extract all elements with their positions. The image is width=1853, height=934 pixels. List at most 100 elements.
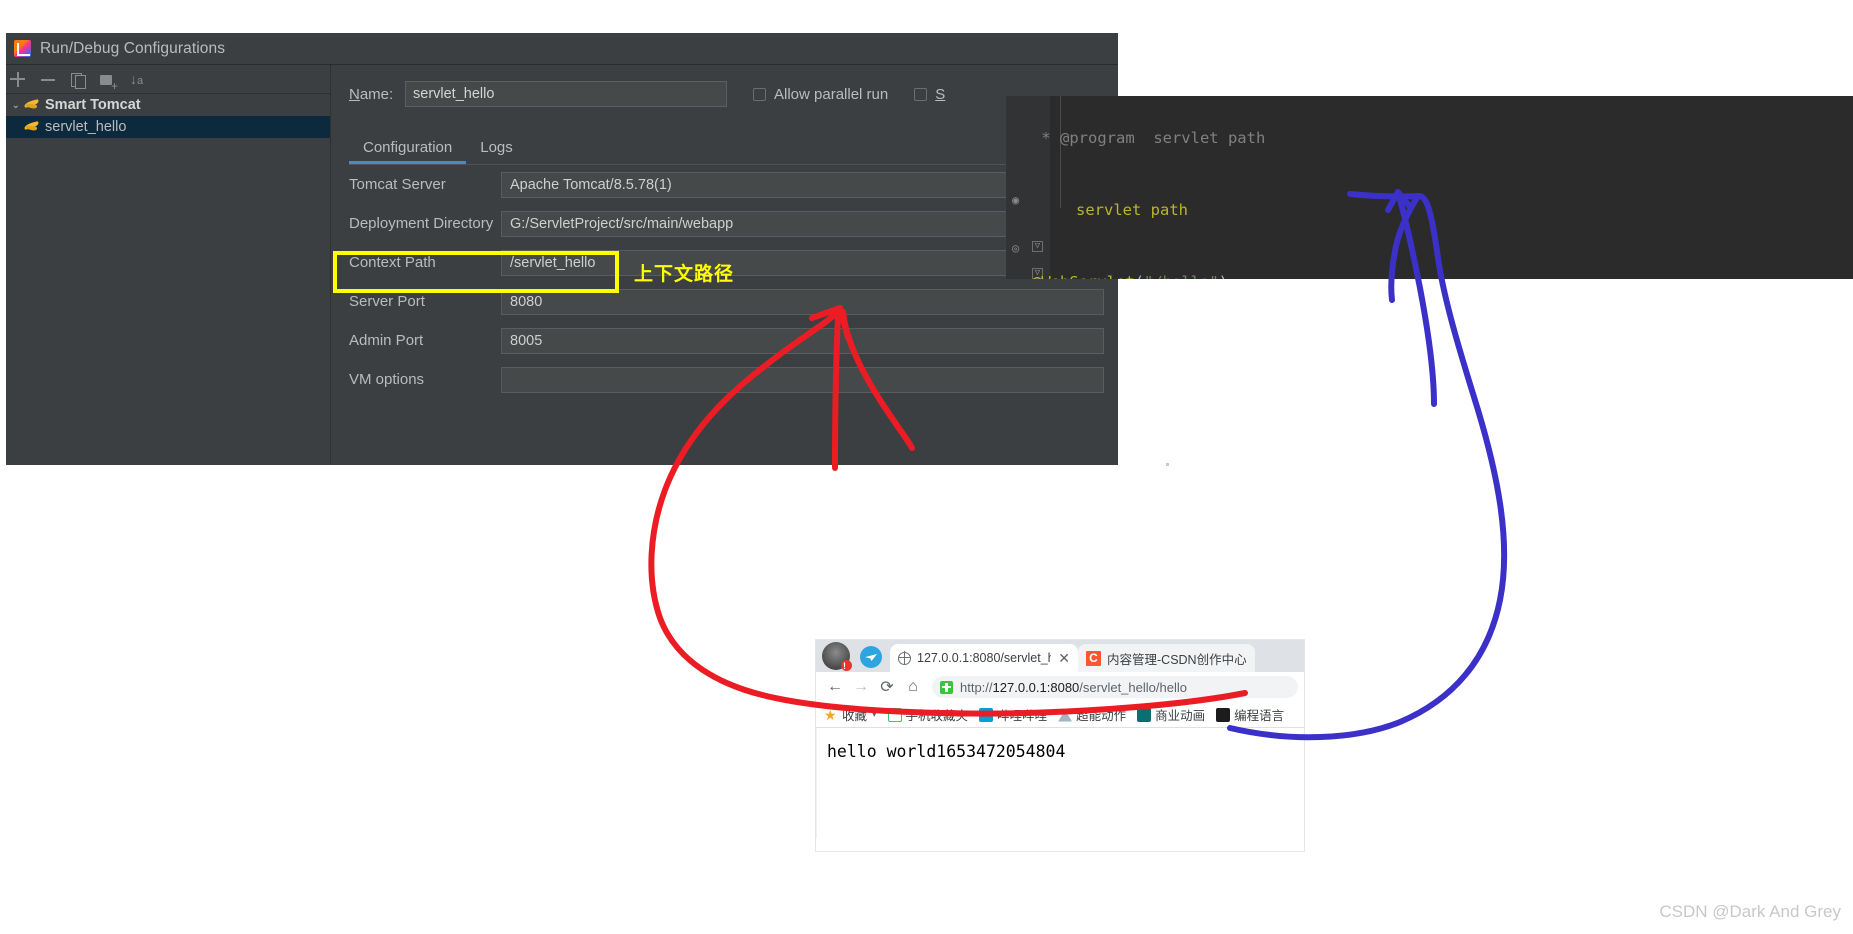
chevron-down-icon: ⌄: [12, 99, 20, 110]
bookmark-label: 编程语言: [1234, 709, 1285, 723]
globe-icon: [897, 651, 911, 665]
sort-az-icon[interactable]: ↓a: [130, 71, 147, 88]
bookmark-item[interactable]: ★ 收藏 ▾: [824, 705, 877, 724]
copy-icon[interactable]: [70, 71, 87, 89]
server-port-label: Server Port: [349, 293, 425, 310]
name-label: Name:: [349, 85, 394, 103]
url-scheme: http://: [960, 679, 993, 695]
browser-toolbar: ← → ⟳ ⌂ http://127.0.0.1:8080/servlet_he…: [816, 672, 1304, 702]
tomcat-server-value: Apache Tomcat/8.5.78(1): [510, 176, 672, 193]
chevron-down-icon[interactable]: ▾: [872, 709, 877, 720]
code-editor-snippet: ◉ ◎ ▽ ▽ * @program servlet path servlet …: [1006, 96, 1853, 279]
home-icon[interactable]: ⌂: [900, 678, 926, 696]
code-paren-close: ): [1219, 273, 1228, 279]
dialog-titlebar: Run/Debug Configurations: [6, 33, 1118, 65]
address-bar[interactable]: http://127.0.0.1:8080/servlet_hello/hell…: [932, 676, 1298, 698]
tomcat-icon: [24, 98, 40, 112]
bilibili-icon: [979, 707, 994, 722]
avatar[interactable]: !: [822, 642, 852, 671]
checkbox-box: [914, 87, 928, 101]
bookmark-marker-icon: ◉: [1012, 193, 1020, 207]
configurations-tree-panel: ↓a ⌄ Smart Tomcat servlet_hello: [6, 65, 331, 465]
vm-options-input[interactable]: [501, 366, 1104, 393]
stray-dot-mark: [1166, 463, 1169, 466]
tree-group-smart-tomcat[interactable]: ⌄ Smart Tomcat: [6, 94, 330, 116]
tree-toolbar: ↓a: [6, 65, 330, 94]
bookmark-item[interactable]: 手机收藏夹: [887, 705, 968, 724]
page-body-text: hello world1653472054804: [827, 742, 1066, 761]
tab-logs[interactable]: Logs: [466, 135, 527, 164]
bookmark-item[interactable]: 商业动画: [1137, 705, 1205, 724]
tab-configuration[interactable]: Configuration: [349, 135, 467, 164]
admin-port-input[interactable]: 8005: [501, 327, 1104, 354]
browser-tab-servlet-hello[interactable]: 127.0.0.1:8080/servlet_hello/ ✕: [890, 644, 1078, 672]
code-line-webservlet: @WebServlet("/hello"): [1032, 270, 1638, 279]
code-line-servlet-path: servlet path: [1032, 198, 1638, 222]
field-row-server-port: Server Port 8080: [331, 282, 1118, 321]
code-servlet-path-text: servlet path: [1076, 201, 1188, 219]
code-lines: * @program servlet path servlet path @We…: [1032, 96, 1638, 279]
browser-page-content: hello world1653472054804: [816, 728, 1304, 838]
context-path-annotation-label: 上下文路径: [634, 263, 735, 285]
name-row: Name: Allow parallel run S: [331, 65, 1118, 107]
animation-icon: [1137, 707, 1152, 722]
csdn-icon: C: [1086, 650, 1101, 666]
configuration-tabs: Configuration Logs: [349, 135, 1118, 164]
bookmark-label: 哔哩哔哩: [997, 709, 1048, 723]
browser-tab-csdn[interactable]: C 内容管理-CSDN创作中心: [1078, 644, 1255, 672]
context-path-label: Context Path: [349, 254, 436, 271]
url-path: /servlet_hello/hello: [1079, 679, 1187, 695]
cloud-icon: [1058, 710, 1073, 722]
bookmark-label: 超能动作: [1076, 709, 1127, 723]
forward-icon[interactable]: →: [848, 678, 874, 696]
close-icon[interactable]: ✕: [1058, 650, 1070, 667]
chrome-browser-window: ! 127.0.0.1:8080/servlet_hello/ ✕ C 内容管理…: [816, 640, 1304, 851]
avatar-alert-badge: !: [843, 661, 846, 671]
store-as-project-file-label: S: [935, 85, 946, 103]
code-paren-open: (: [1135, 273, 1144, 279]
bookmark-item[interactable]: 编程语言: [1216, 705, 1284, 724]
back-icon[interactable]: ←: [822, 678, 848, 696]
code-annotation-value: "/hello": [1144, 273, 1219, 279]
tomcat-server-label: Tomcat Server: [349, 176, 446, 193]
allow-parallel-run-checkbox[interactable]: Allow parallel run: [753, 86, 888, 103]
code-icon: [1216, 707, 1231, 722]
code-annotation-name: @WebServlet: [1032, 273, 1135, 279]
reload-icon[interactable]: ⟳: [874, 677, 900, 697]
code-javadoc-text: * @program servlet path: [1032, 129, 1266, 147]
tomcat-server-combo[interactable]: Apache Tomcat/8.5.78(1): [501, 171, 1062, 198]
server-port-input[interactable]: 8080: [501, 288, 1104, 315]
plus-icon[interactable]: [10, 71, 27, 88]
bookmark-label: 商业动画: [1155, 709, 1206, 723]
browser-tab-title: 127.0.0.1:8080/servlet_hello/: [917, 651, 1052, 665]
admin-port-label: Admin Port: [349, 332, 424, 349]
dialog-body: ↓a ⌄ Smart Tomcat servlet_hello Name: Al…: [6, 65, 1118, 465]
add-to-collection-icon[interactable]: [940, 680, 953, 694]
field-row-deployment-directory: Deployment Directory G:/ServletProject/s…: [331, 204, 1118, 243]
folder-add-icon[interactable]: [100, 71, 118, 92]
name-input[interactable]: [405, 81, 727, 107]
deployment-directory-label: Deployment Directory: [349, 215, 494, 232]
allow-parallel-run-label: Allow parallel run: [774, 85, 889, 103]
url-host: 127.0.0.1:8080: [992, 679, 1080, 695]
bookmarks-bar: ★ 收藏 ▾ 手机收藏夹 哔哩哔哩 超能动作 商业动画 编程语言: [816, 702, 1304, 728]
field-row-admin-port: Admin Port 8005: [331, 321, 1118, 360]
intellij-idea-logo-icon: [14, 40, 31, 57]
override-marker-icon: ◎: [1012, 241, 1020, 255]
tree-group-label: Smart Tomcat: [45, 97, 141, 113]
tree-item-servlet-hello[interactable]: servlet_hello: [6, 116, 330, 138]
run-debug-configurations-dialog: Run/Debug Configurations ↓a ⌄ Smart Tomc…: [6, 33, 1118, 465]
bookmark-item[interactable]: 超能动作: [1058, 705, 1126, 724]
checkbox-box: [753, 87, 766, 101]
phone-icon: [887, 707, 902, 722]
field-row-vm-options: VM options: [331, 360, 1118, 399]
tree-item-label: servlet_hello: [45, 119, 127, 135]
telegram-icon[interactable]: [860, 646, 882, 668]
dialog-title: Run/Debug Configurations: [40, 39, 226, 57]
minus-icon[interactable]: [40, 71, 57, 88]
field-row-tomcat-server: Tomcat Server Apache Tomcat/8.5.78(1) ..…: [331, 165, 1118, 204]
store-as-project-file-checkbox[interactable]: S: [914, 86, 945, 103]
code-line-javadoc: * @program servlet path: [1032, 126, 1638, 150]
bookmark-label: 收藏: [842, 709, 868, 723]
bookmark-item[interactable]: 哔哩哔哩: [979, 705, 1047, 724]
